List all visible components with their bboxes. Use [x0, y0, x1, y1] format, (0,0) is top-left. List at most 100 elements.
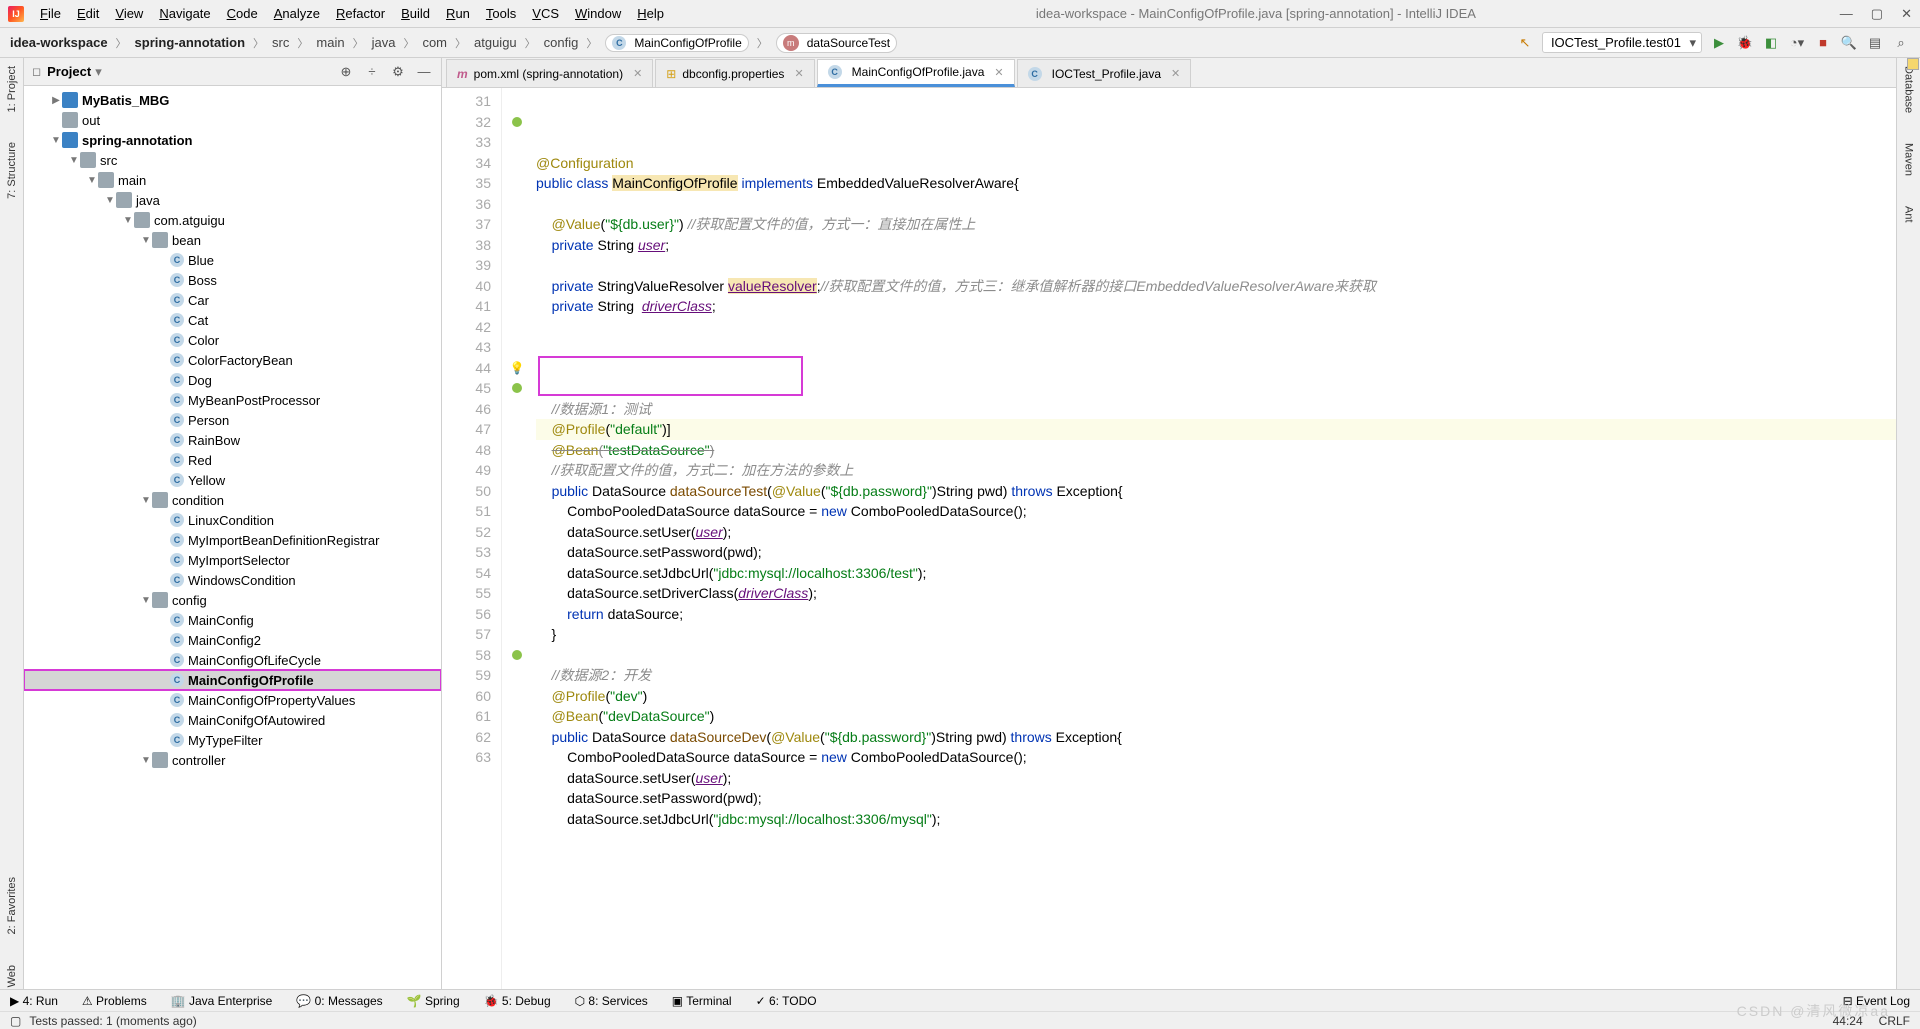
tree-item-myimportbeandefinitionregistrar[interactable]: CMyImportBeanDefinitionRegistrar — [24, 530, 441, 550]
code-line-53[interactable]: return dataSource; — [536, 604, 1896, 625]
tree-item-controller[interactable]: ▼controller — [24, 750, 441, 770]
tool-window-button[interactable]: ✓ 6: TODO — [756, 994, 817, 1008]
tree-item-mainconfig[interactable]: CMainConfig — [24, 610, 441, 630]
tree-item-config[interactable]: ▼config — [24, 590, 441, 610]
tool-window-button[interactable]: ▶ 4: Run — [10, 994, 58, 1008]
tab-mainconfigofprofilejava[interactable]: CMainConfigOfProfile.java✕ — [817, 59, 1015, 87]
menu-vcs[interactable]: VCS — [524, 3, 567, 24]
rail-web[interactable]: Web — [6, 965, 18, 987]
run-config-dropdown[interactable]: IOCTest_Profile.test01 — [1542, 32, 1702, 53]
code-line-34[interactable]: @Value("${db.user}") //获取配置文件的值，方式一：直接加在… — [536, 214, 1896, 235]
tree-item-person[interactable]: CPerson — [24, 410, 441, 430]
rail-ant[interactable]: Ant — [1903, 206, 1915, 223]
select-opened-file-icon[interactable]: ⊕ — [337, 63, 355, 81]
debug-icon[interactable]: 🐞 — [1736, 34, 1754, 52]
tool-window-button[interactable]: ▣ Terminal — [672, 994, 732, 1008]
menu-tools[interactable]: Tools — [478, 3, 524, 24]
minimize-icon[interactable]: — — [1840, 6, 1853, 22]
tree-item-blue[interactable]: CBlue — [24, 250, 441, 270]
profile-icon[interactable]: ◔▾ — [1788, 34, 1806, 52]
stop-icon[interactable]: ■ — [1814, 34, 1832, 52]
code-line-39[interactable] — [536, 317, 1896, 338]
code-line-62[interactable]: dataSource.setPassword(pwd); — [536, 788, 1896, 809]
close-tab-icon[interactable]: ✕ — [794, 67, 803, 80]
code-line-48[interactable]: ComboPooledDataSource dataSource = new C… — [536, 501, 1896, 522]
tree-item-colorfactorybean[interactable]: CColorFactoryBean — [24, 350, 441, 370]
tree-item-boss[interactable]: CBoss — [24, 270, 441, 290]
hide-icon[interactable]: — — [415, 63, 433, 81]
coverage-icon[interactable]: ◧ — [1762, 34, 1780, 52]
code-line-54[interactable]: } — [536, 624, 1896, 645]
tree-item-mainconifgofautowired[interactable]: CMainConifgOfAutowired — [24, 710, 441, 730]
tree-item-mainconfig2[interactable]: CMainConfig2 — [24, 630, 441, 650]
menu-navigate[interactable]: Navigate — [151, 3, 218, 24]
breadcrumb-item[interactable]: atguigu — [474, 35, 517, 50]
tool-window-button[interactable]: 🏢 Java Enterprise — [171, 994, 273, 1008]
close-tab-icon[interactable]: ✕ — [633, 67, 642, 80]
code-line-52[interactable]: dataSource.setDriverClass(driverClass); — [536, 583, 1896, 604]
tree-item-cat[interactable]: CCat — [24, 310, 441, 330]
tool-window-button[interactable]: ⚠ Problems — [82, 994, 147, 1008]
breadcrumb-item[interactable]: java — [372, 35, 396, 50]
project-tree[interactable]: ▶MyBatis_MBGout▼spring-annotation▼src▼ma… — [24, 86, 441, 997]
tree-item-dog[interactable]: CDog — [24, 370, 441, 390]
menu-window[interactable]: Window — [567, 3, 629, 24]
rail-project[interactable]: 1: Project — [6, 66, 18, 112]
tree-item-mainconfigoflifecycle[interactable]: CMainConfigOfLifeCycle — [24, 650, 441, 670]
code-line-60[interactable]: ComboPooledDataSource dataSource = new C… — [536, 747, 1896, 768]
tree-item-bean[interactable]: ▼bean — [24, 230, 441, 250]
close-tab-icon[interactable]: ✕ — [994, 66, 1003, 79]
rail-favorites[interactable]: 2: Favorites — [6, 877, 18, 934]
close-tab-icon[interactable]: ✕ — [1171, 67, 1180, 80]
tool-window-button[interactable]: 💬 0: Messages — [296, 994, 382, 1008]
tree-item-windowscondition[interactable]: CWindowsCondition — [24, 570, 441, 590]
tree-item-springannotation[interactable]: ▼spring-annotation — [24, 130, 441, 150]
code-line-38[interactable]: private String driverClass; — [536, 296, 1896, 317]
code-line-32[interactable]: public class MainConfigOfProfile impleme… — [536, 173, 1896, 194]
breadcrumb-item[interactable]: spring-annotation — [135, 35, 246, 50]
project-structure-icon[interactable]: ▤ — [1866, 34, 1884, 52]
menu-toggle-icon[interactable]: ▢ — [10, 1014, 21, 1028]
breadcrumb-item[interactable]: src — [272, 35, 289, 50]
breadcrumb-item[interactable]: idea-workspace — [10, 35, 108, 50]
tree-item-red[interactable]: CRed — [24, 450, 441, 470]
tree-item-out[interactable]: out — [24, 110, 441, 130]
tree-item-condition[interactable]: ▼condition — [24, 490, 441, 510]
rail-structure[interactable]: 7: Structure — [6, 142, 18, 199]
tab-ioctestprofilejava[interactable]: CIOCTest_Profile.java✕ — [1017, 59, 1192, 87]
code-line-50[interactable]: dataSource.setPassword(pwd); — [536, 542, 1896, 563]
code-line-49[interactable]: dataSource.setUser(user); — [536, 522, 1896, 543]
tree-item-linuxcondition[interactable]: CLinuxCondition — [24, 510, 441, 530]
tree-item-myimportselector[interactable]: CMyImportSelector — [24, 550, 441, 570]
tree-item-mainconfigofprofile[interactable]: CMainConfigOfProfile — [24, 670, 441, 690]
code-line-31[interactable]: @Configuration — [536, 153, 1896, 174]
menu-run[interactable]: Run — [438, 3, 478, 24]
code-line-33[interactable] — [536, 194, 1896, 215]
menu-code[interactable]: Code — [219, 3, 266, 24]
code-line-59[interactable]: public DataSource dataSourceDev(@Value("… — [536, 727, 1896, 748]
tree-item-yellow[interactable]: CYellow — [24, 470, 441, 490]
close-icon[interactable]: ✕ — [1901, 6, 1912, 22]
inspection-indicator[interactable] — [1907, 58, 1919, 70]
tree-item-comatguigu[interactable]: ▼com.atguigu — [24, 210, 441, 230]
back-nav-icon[interactable]: ↖ — [1516, 34, 1534, 52]
code-line-35[interactable]: private String user; — [536, 235, 1896, 256]
breadcrumb-method[interactable]: mdataSourceTest — [776, 33, 897, 53]
tree-item-color[interactable]: CColor — [24, 330, 441, 350]
magnifier-icon[interactable]: ⌕ — [1892, 34, 1910, 52]
tab-pomxmlspringannotation[interactable]: mpom.xml (spring-annotation)✕ — [446, 59, 653, 87]
menu-build[interactable]: Build — [393, 3, 438, 24]
menu-refactor[interactable]: Refactor — [328, 3, 393, 24]
code-line-51[interactable]: dataSource.setJdbcUrl("jdbc:mysql://loca… — [536, 563, 1896, 584]
tool-window-button[interactable]: 🌱 Spring — [407, 994, 460, 1008]
rail-database[interactable]: Database — [1903, 66, 1915, 113]
tree-item-mytypefilter[interactable]: CMyTypeFilter — [24, 730, 441, 750]
code-line-47[interactable]: public DataSource dataSourceTest(@Value(… — [536, 481, 1896, 502]
code-line-58[interactable]: @Bean("devDataSource") — [536, 706, 1896, 727]
tree-item-mybatismbg[interactable]: ▶MyBatis_MBG — [24, 90, 441, 110]
code-line-63[interactable]: dataSource.setJdbcUrl("jdbc:mysql://loca… — [536, 809, 1896, 830]
maximize-icon[interactable]: ▢ — [1871, 6, 1883, 22]
menu-file[interactable]: File — [32, 3, 69, 24]
tool-window-button[interactable]: 🐞 5: Debug — [484, 994, 551, 1008]
code-line-61[interactable]: dataSource.setUser(user); — [536, 768, 1896, 789]
